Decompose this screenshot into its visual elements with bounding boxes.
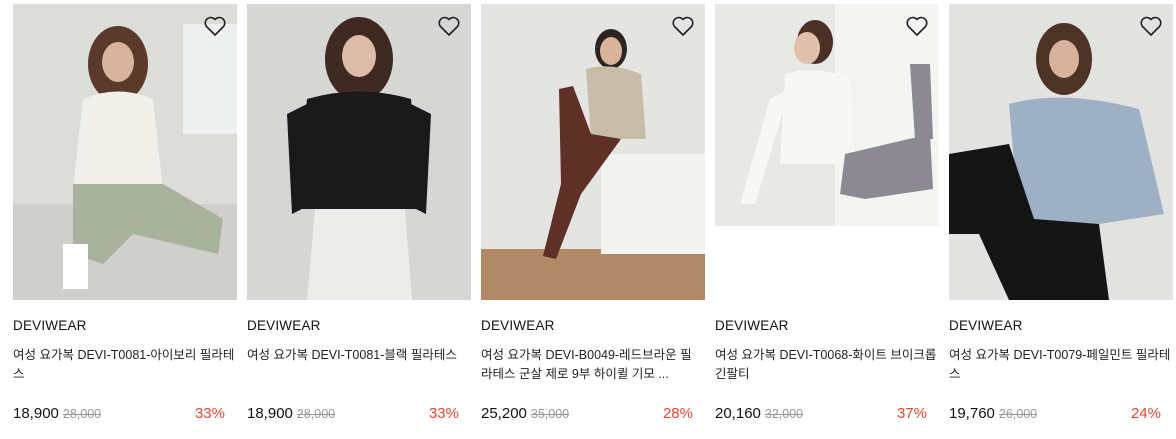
wishlist-heart-icon[interactable]: [203, 14, 227, 38]
original-price: 28,000: [62, 407, 102, 421]
discount-rate: 28%: [662, 405, 693, 422]
product-photo: [949, 4, 1173, 300]
price-row: 20,160 32,000 37%: [715, 405, 927, 425]
sale-price: 18,900: [13, 405, 59, 422]
sale-price: 18,900: [247, 405, 293, 422]
original-price: 28,000: [296, 407, 336, 421]
product-photo: [247, 4, 471, 300]
discount-rate: 37%: [896, 405, 927, 422]
product-image[interactable]: [13, 4, 237, 300]
brand-name[interactable]: DEVIWEAR: [949, 318, 1023, 333]
wishlist-heart-icon[interactable]: [437, 14, 461, 38]
product-card[interactable]: DEVIWEAR 여성 요가복 DEVI-T0079-페일민트 필라테스 19,…: [949, 0, 1173, 439]
brand-name[interactable]: DEVIWEAR: [481, 318, 555, 333]
wishlist-heart-icon[interactable]: [1139, 14, 1163, 38]
brand-name[interactable]: DEVIWEAR: [247, 318, 321, 333]
product-image[interactable]: [481, 4, 705, 300]
sale-price: 25,200: [481, 405, 527, 422]
discount-rate: 24%: [1130, 405, 1161, 422]
product-title[interactable]: 여성 요가복 DEVI-T0079-페일민트 필라테스: [949, 346, 1171, 384]
product-card[interactable]: DEVIWEAR 여성 요가복 DEVI-T0081-아이보리 필라테스 18,…: [13, 0, 237, 439]
price-row: 18,900 28,000 33%: [13, 405, 225, 425]
sale-price: 20,160: [715, 405, 761, 422]
product-title[interactable]: 여성 요가복 DEVI-T0081-블랙 필라테스: [247, 346, 469, 365]
product-title[interactable]: 여성 요가복 DEVI-T0068-화이트 브이크롭 긴팔티: [715, 346, 937, 384]
product-card[interactable]: DEVIWEAR 여성 요가복 DEVI-B0049-레드브라운 필라테스 군살…: [481, 0, 705, 439]
product-title[interactable]: 여성 요가복 DEVI-B0049-레드브라운 필라테스 군살 제로 9부 하이…: [481, 346, 703, 384]
price-row: 18,900 28,000 33%: [247, 405, 459, 425]
product-photo: [481, 4, 705, 300]
product-card[interactable]: DEVIWEAR 여성 요가복 DEVI-T0068-화이트 브이크롭 긴팔티 …: [715, 0, 939, 439]
product-grid: DEVIWEAR 여성 요가복 DEVI-T0081-아이보리 필라테스 18,…: [0, 0, 1176, 439]
original-price: 35,000: [530, 407, 570, 421]
price-row: 25,200 35,000 28%: [481, 405, 693, 425]
product-image[interactable]: [949, 4, 1173, 300]
discount-rate: 33%: [194, 405, 225, 422]
brand-name[interactable]: DEVIWEAR: [715, 318, 789, 333]
original-price: 32,000: [764, 407, 804, 421]
price-row: 19,760 26,000 24%: [949, 405, 1161, 425]
product-image[interactable]: [247, 4, 471, 300]
discount-rate: 33%: [428, 405, 459, 422]
wishlist-heart-icon[interactable]: [905, 14, 929, 38]
product-photo: [13, 4, 237, 300]
brand-name[interactable]: DEVIWEAR: [13, 318, 87, 333]
original-price: 26,000: [998, 407, 1038, 421]
sale-price: 19,760: [949, 405, 995, 422]
wishlist-heart-icon[interactable]: [671, 14, 695, 38]
product-title[interactable]: 여성 요가복 DEVI-T0081-아이보리 필라테스: [13, 346, 235, 384]
product-card[interactable]: DEVIWEAR 여성 요가복 DEVI-T0081-블랙 필라테스 18,90…: [247, 0, 471, 439]
